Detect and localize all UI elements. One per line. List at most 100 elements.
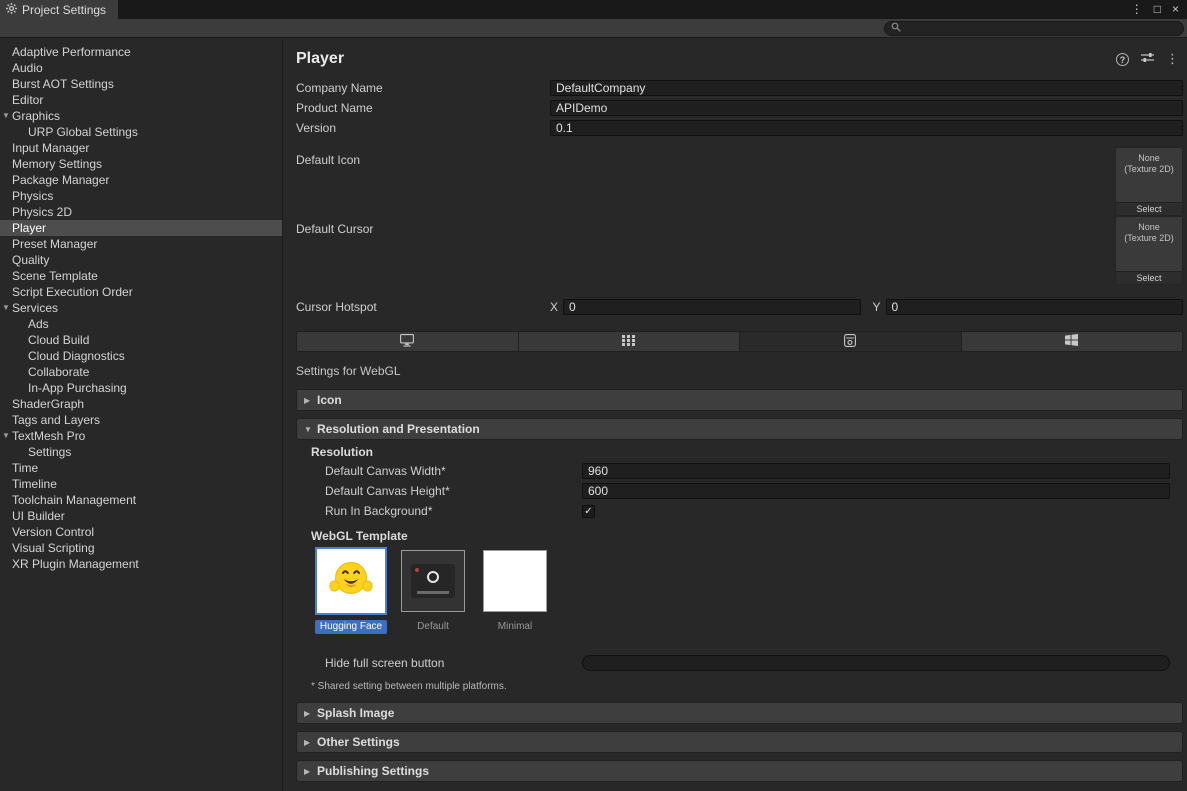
sidebar-item-xr-plugin-management[interactable]: XR Plugin Management [0, 556, 282, 572]
gear-icon [6, 3, 17, 17]
sidebar-item-ui-builder[interactable]: UI Builder [0, 508, 282, 524]
template-minimal[interactable]: Minimal [475, 547, 555, 632]
window-menu-icon[interactable]: ⋮ [1131, 0, 1143, 19]
foldout-closed-icon[interactable]: ▶ [304, 738, 317, 747]
default-thumbnail[interactable] [401, 550, 465, 612]
window-maximize-icon[interactable]: □ [1154, 0, 1161, 19]
tab-dedicated-server[interactable] [519, 332, 741, 351]
sidebar-item-label: Ads [28, 317, 49, 331]
template-hugging-face[interactable]: Hugging Face [311, 547, 391, 634]
settings-category-sidebar: Adaptive Performance Audio Burst AOT Set… [0, 38, 283, 791]
company-name-field[interactable]: DefaultCompany [550, 80, 1183, 96]
company-name-row: Company Name DefaultCompany [296, 78, 1185, 98]
foldout-open-icon[interactable]: ▼ [2, 300, 10, 316]
foldout-open-icon[interactable]: ▼ [2, 428, 10, 444]
default-icon-select-button[interactable]: Select [1116, 202, 1182, 215]
sidebar-item-services[interactable]: ▼Services [0, 300, 282, 316]
hugging-face-thumbnail[interactable] [315, 547, 387, 615]
sidebar-item-script-execution-order[interactable]: Script Execution Order [0, 284, 282, 300]
sidebar-item-collaborate[interactable]: Collaborate [0, 364, 282, 380]
sidebar-item-version-control[interactable]: Version Control [0, 524, 282, 540]
default-cursor-select-button[interactable]: Select [1116, 271, 1182, 284]
windows-icon [1065, 334, 1078, 349]
sidebar-item-label: Collaborate [28, 365, 89, 379]
hotspot-x-field[interactable]: 0 [563, 299, 860, 315]
tab-standalone[interactable] [297, 332, 519, 351]
header-icons: ? ⋮ [1116, 51, 1179, 67]
sidebar-item-timeline[interactable]: Timeline [0, 476, 282, 492]
sidebar-item-label: Time [12, 461, 38, 475]
grid-icon [622, 335, 635, 349]
sidebar-item-player[interactable]: Player [0, 220, 282, 236]
canvas-height-field[interactable]: 600 [582, 483, 1170, 499]
help-icon[interactable]: ? [1116, 53, 1129, 66]
foldout-closed-icon[interactable]: ▶ [304, 709, 317, 718]
default-icon-object-field[interactable]: None (Texture 2D) Select [1115, 147, 1183, 216]
sidebar-item-input-manager[interactable]: Input Manager [0, 140, 282, 156]
sidebar-item-audio[interactable]: Audio [0, 60, 282, 76]
version-row: Version 0.1 [296, 118, 1185, 138]
sidebar-item-tags-and-layers[interactable]: Tags and Layers [0, 412, 282, 428]
sidebar-item-toolchain-management[interactable]: Toolchain Management [0, 492, 282, 508]
sidebar-item-label: Cloud Build [28, 333, 89, 347]
tab-webgl[interactable] [740, 332, 962, 351]
presets-icon[interactable] [1141, 52, 1154, 66]
sidebar-item-label: Physics [12, 189, 53, 203]
sidebar-item-package-manager[interactable]: Package Manager [0, 172, 282, 188]
sidebar-item-label: Quality [12, 253, 49, 267]
default-cursor-object-field[interactable]: None (Texture 2D) Select [1115, 216, 1183, 285]
section-publishing-settings[interactable]: ▶ Publishing Settings [296, 760, 1183, 782]
window-close-icon[interactable]: × [1172, 0, 1179, 19]
sidebar-item-in-app-purchasing[interactable]: In-App Purchasing [0, 380, 282, 396]
more-options-icon[interactable]: ⋮ [1166, 51, 1179, 67]
run-in-background-checkbox[interactable]: ✓ [582, 505, 595, 518]
sidebar-item-time[interactable]: Time [0, 460, 282, 476]
sidebar-item-cloud-build[interactable]: Cloud Build [0, 332, 282, 348]
window-tab-project-settings[interactable]: Project Settings [0, 0, 118, 19]
player-settings-panel: Player ? ⋮ Company Name DefaultCompany P… [283, 38, 1187, 791]
sidebar-item-editor[interactable]: Editor [0, 92, 282, 108]
section-splash-label: Splash Image [317, 706, 394, 720]
section-resolution-label: Resolution and Presentation [317, 422, 480, 436]
sidebar-item-memory-settings[interactable]: Memory Settings [0, 156, 282, 172]
default-icon-none-text: None (Texture 2D) [1116, 148, 1182, 202]
sidebar-item-cloud-diagnostics[interactable]: Cloud Diagnostics [0, 348, 282, 364]
sidebar-item-shadergraph[interactable]: ShaderGraph [0, 396, 282, 412]
webgl-icon [844, 334, 856, 350]
canvas-width-field[interactable]: 960 [582, 463, 1170, 479]
search-box[interactable] [884, 21, 1184, 36]
sidebar-item-scene-template[interactable]: Scene Template [0, 268, 282, 284]
resolution-section-content: Resolution Default Canvas Width* 960 Def… [296, 443, 1185, 695]
section-splash-image[interactable]: ▶ Splash Image [296, 702, 1183, 724]
template-default[interactable]: Default [393, 547, 473, 632]
sidebar-item-ads[interactable]: Ads [0, 316, 282, 332]
sidebar-item-tmp-settings[interactable]: Settings [0, 444, 282, 460]
foldout-closed-icon[interactable]: ▶ [304, 767, 317, 776]
section-other-settings[interactable]: ▶ Other Settings [296, 731, 1183, 753]
foldout-closed-icon[interactable]: ▶ [304, 396, 317, 405]
run-in-background-label: Run In Background* [325, 504, 582, 518]
sidebar-item-burst-aot-settings[interactable]: Burst AOT Settings [0, 76, 282, 92]
search-input[interactable] [905, 22, 1177, 35]
tab-windows-store[interactable] [962, 332, 1183, 351]
sidebar-item-urp-global-settings[interactable]: URP Global Settings [0, 124, 282, 140]
sidebar-item-visual-scripting[interactable]: Visual Scripting [0, 540, 282, 556]
hide-fullscreen-field[interactable] [582, 655, 1170, 671]
hotspot-y-field[interactable]: 0 [886, 299, 1183, 315]
sidebar-item-physics-2d[interactable]: Physics 2D [0, 204, 282, 220]
section-icon[interactable]: ▶ Icon [296, 389, 1183, 411]
sidebar-item-preset-manager[interactable]: Preset Manager [0, 236, 282, 252]
sidebar-item-adaptive-performance[interactable]: Adaptive Performance [0, 44, 282, 60]
sidebar-item-label: XR Plugin Management [12, 557, 139, 571]
sidebar-item-textmesh-pro[interactable]: ▼TextMesh Pro [0, 428, 282, 444]
product-name-field[interactable]: APIDemo [550, 100, 1183, 116]
settings-for-label: Settings for WebGL [296, 364, 1185, 382]
sidebar-item-physics[interactable]: Physics [0, 188, 282, 204]
sidebar-item-quality[interactable]: Quality [0, 252, 282, 268]
version-field[interactable]: 0.1 [550, 120, 1183, 136]
foldout-open-icon[interactable]: ▼ [304, 425, 317, 434]
foldout-open-icon[interactable]: ▼ [2, 108, 10, 124]
minimal-thumbnail[interactable] [483, 550, 547, 612]
sidebar-item-graphics[interactable]: ▼Graphics [0, 108, 282, 124]
section-resolution-and-presentation[interactable]: ▼ Resolution and Presentation [296, 418, 1183, 440]
